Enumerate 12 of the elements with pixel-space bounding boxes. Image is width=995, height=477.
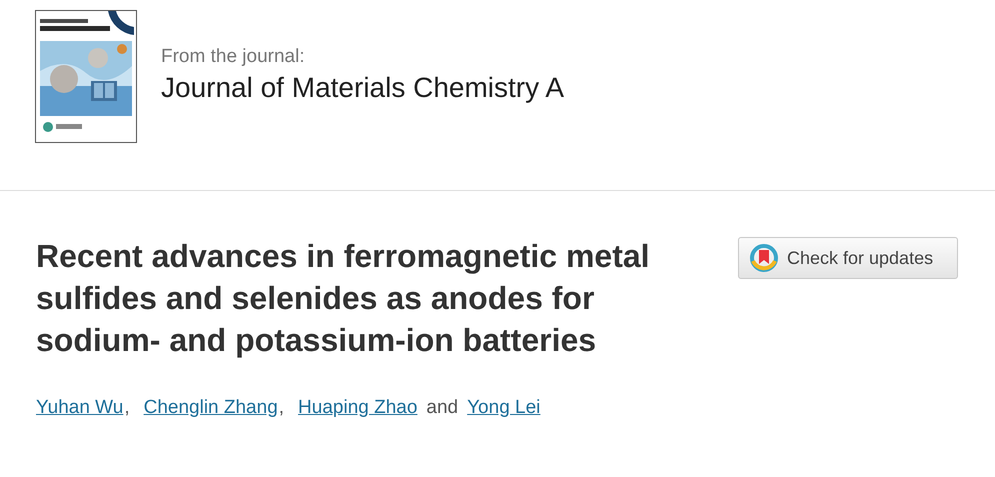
author-link[interactable]: Chenglin Zhang bbox=[144, 397, 278, 419]
check-for-updates-button[interactable]: Check for updates bbox=[738, 237, 958, 279]
author-link[interactable]: Huaping Zhao bbox=[298, 397, 418, 419]
article-title: Recent advances in ferromagnetic metal sulfides and selenides as anodes for sodium- and potassium-ion batteries bbox=[36, 237, 651, 360]
author-link[interactable]: Yuhan Wu bbox=[36, 397, 124, 419]
separator-text: , bbox=[124, 397, 130, 419]
bookmark-ring-icon bbox=[749, 243, 779, 273]
conjunction-text: and bbox=[426, 397, 458, 419]
journal-label: From the journal: bbox=[161, 46, 306, 68]
author-link[interactable]: Yong Lei bbox=[467, 397, 540, 419]
journal-link[interactable]: Journal of Materials Chemistry A bbox=[161, 72, 564, 104]
separator-text: , bbox=[278, 397, 284, 419]
